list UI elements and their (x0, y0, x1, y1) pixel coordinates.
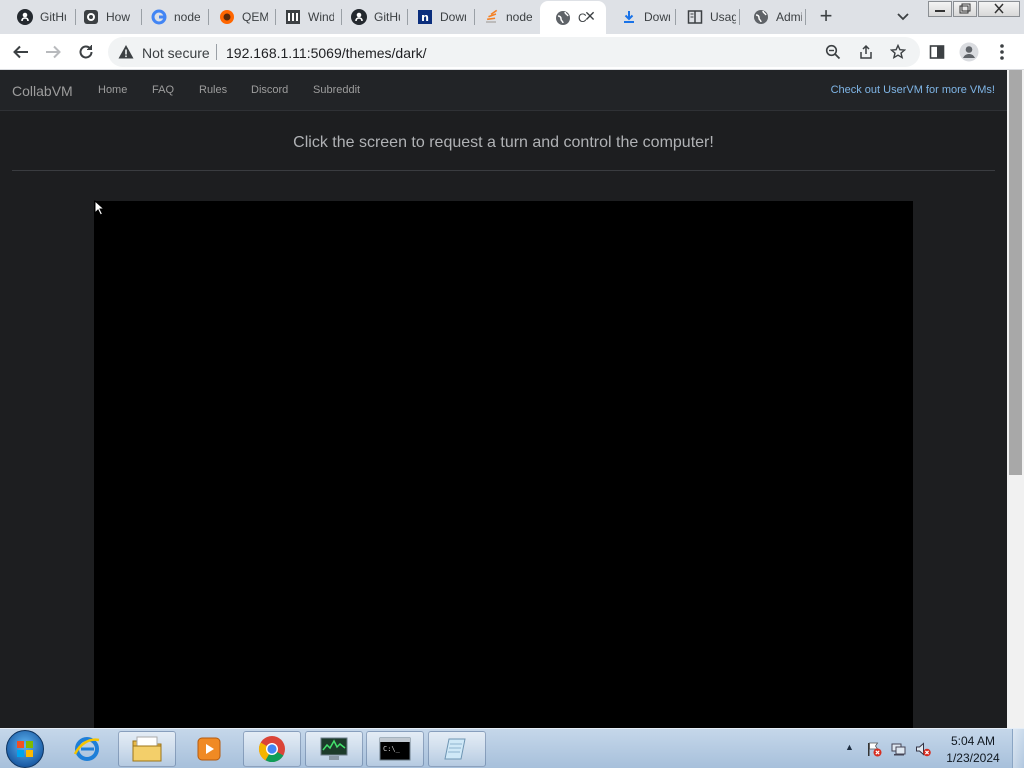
tab-strip: GitHub How node QEMU Windows GitHub (0, 0, 1024, 34)
side-panel-icon[interactable] (926, 41, 948, 63)
github-icon (16, 8, 34, 26)
tab-how[interactable]: How (68, 2, 138, 32)
omnibox-divider (216, 44, 217, 60)
media-player-icon[interactable] (180, 731, 238, 767)
how-icon (82, 8, 100, 26)
book-icon (686, 8, 704, 26)
content-divider (12, 170, 995, 171)
google-icon (150, 8, 168, 26)
close-tab-icon[interactable]: ✕ (582, 8, 598, 24)
tab-download[interactable]: Download (606, 2, 676, 32)
tab-usage[interactable]: Usage (672, 2, 742, 32)
forward-button[interactable] (41, 40, 65, 64)
nav-home[interactable]: Home (98, 84, 127, 96)
reload-button[interactable] (74, 40, 98, 64)
zoom-icon[interactable] (823, 42, 843, 62)
bank-icon (284, 8, 302, 26)
site-navbar: CollabVM Home FAQ Rules Discord Subreddi… (0, 70, 1007, 111)
chrome-icon[interactable] (243, 731, 301, 767)
share-icon[interactable] (856, 42, 876, 62)
nav-subreddit[interactable]: Subreddit (313, 84, 360, 96)
notepad-icon[interactable] (428, 731, 486, 767)
tab-windows[interactable]: Windows (270, 2, 340, 32)
tab-search-chevron-icon[interactable] (893, 8, 913, 26)
back-button[interactable] (9, 40, 33, 64)
tab-google-node[interactable]: node (136, 2, 206, 32)
vm-display-canvas[interactable] (94, 201, 913, 728)
show-hidden-icons-button[interactable]: ▲ (845, 742, 854, 752)
tab-download-n[interactable]: n Download (402, 2, 472, 32)
tab-github-1[interactable]: GitHub (2, 2, 68, 32)
uservm-link[interactable]: Check out UserVM for more VMs! (831, 84, 995, 96)
browser-toolbar: Not secure 192.168.1.11:5069/themes/dark… (0, 34, 1024, 70)
mouse-cursor-icon (94, 199, 106, 221)
windows-explorer-icon[interactable] (118, 731, 176, 767)
tab-stack-node[interactable]: node (468, 2, 538, 32)
svg-text:n: n (421, 11, 429, 24)
url-text[interactable]: 192.168.1.11:5069/themes/dark/ (226, 45, 427, 61)
minimize-button[interactable] (928, 1, 952, 17)
restore-button[interactable] (953, 1, 977, 17)
nav-faq[interactable]: FAQ (152, 84, 174, 96)
warning-icon[interactable] (118, 44, 134, 65)
security-label[interactable]: Not secure (142, 45, 210, 61)
scrollbar-thumb[interactable] (1009, 70, 1022, 475)
download-icon (620, 8, 638, 26)
globe-icon (554, 9, 572, 27)
collabvm-page: CollabVM Home FAQ Rules Discord Subreddi… (0, 70, 1007, 728)
show-desktop-button[interactable] (1012, 729, 1024, 768)
task-manager-icon[interactable] (305, 731, 363, 767)
n-icon: n (416, 8, 434, 26)
clock-time[interactable]: 5:04 AM (940, 734, 1006, 748)
turn-request-message: Click the screen to request a turn and c… (293, 134, 714, 151)
nav-rules[interactable]: Rules (199, 84, 227, 96)
new-tab-button[interactable]: + (814, 5, 838, 29)
address-bar[interactable]: Not secure 192.168.1.11:5069/themes/dark… (108, 37, 920, 67)
tab-github-2[interactable]: GitHub (336, 2, 406, 32)
kebab-menu-icon[interactable] (991, 41, 1013, 63)
network-icon[interactable] (891, 741, 907, 757)
internet-explorer-icon[interactable] (58, 731, 116, 767)
stack-icon (482, 8, 500, 26)
windows-taskbar: C:\_ ▲ 5:04 AM 1/23/2024 (0, 728, 1024, 768)
tab-qemu[interactable]: QEMU (204, 2, 274, 32)
volume-muted-icon[interactable] (915, 741, 931, 757)
tab-active-collabvm[interactable]: C ✕ (540, 1, 606, 34)
globe-icon (752, 8, 770, 26)
nav-discord[interactable]: Discord (251, 84, 288, 96)
tab-admin[interactable]: Admin (738, 2, 806, 32)
action-center-flag-icon[interactable] (866, 741, 882, 757)
profile-avatar-icon[interactable] (958, 41, 980, 63)
window-close-button[interactable] (978, 1, 1020, 17)
clock-date[interactable]: 1/23/2024 (940, 751, 1006, 765)
site-brand[interactable]: CollabVM (12, 83, 73, 99)
bookmark-star-icon[interactable] (888, 42, 908, 62)
github-icon (350, 8, 368, 26)
page-scrollbar[interactable] (1007, 70, 1024, 728)
start-button[interactable] (6, 730, 44, 768)
command-prompt-icon[interactable]: C:\_ (366, 731, 424, 767)
svg-text:C:\_: C:\_ (383, 745, 401, 753)
qemu-icon (218, 8, 236, 26)
